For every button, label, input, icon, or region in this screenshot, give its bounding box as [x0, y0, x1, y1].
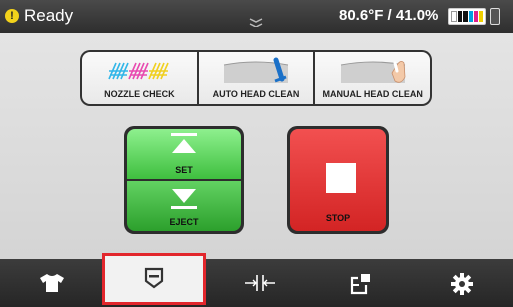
gear-icon [451, 273, 473, 295]
main-panel: NOZZLE CHECK AUTO HEAD CLEAN MANUAL HEAD… [0, 33, 513, 259]
adjust-icon [245, 275, 275, 291]
nav-item-settings[interactable] [412, 259, 512, 307]
nozzle-check-icon [108, 62, 170, 80]
platen-control: SET EJECT [124, 126, 244, 234]
platen-down-icon [171, 189, 197, 209]
ink-level-icon[interactable] [448, 8, 486, 25]
set-button[interactable]: SET [127, 129, 241, 179]
drag-handle-icon[interactable] [249, 17, 263, 27]
stop-label: STOP [325, 213, 351, 223]
transfer-icon [350, 274, 370, 295]
set-label: SET [175, 165, 193, 175]
maintenance-toolbar: NOZZLE CHECK AUTO HEAD CLEAN MANUAL HEAD… [80, 50, 432, 106]
eject-button[interactable]: EJECT [127, 181, 241, 231]
auto-head-clean-button[interactable]: AUTO HEAD CLEAN [198, 52, 314, 104]
stop-icon [326, 163, 356, 193]
nav-item-garment[interactable] [2, 259, 102, 307]
platen-up-icon [171, 133, 197, 153]
nav-item-transfer[interactable] [310, 259, 410, 307]
stop-button[interactable]: STOP [287, 126, 389, 234]
warning-icon[interactable]: ! [5, 9, 19, 23]
tshirt-icon [40, 274, 64, 292]
head-clean-wiper-icon [223, 57, 289, 83]
temperature-humidity: 80.6°F / 41.0% [339, 7, 439, 24]
status-bar: ! Ready 80.6°F / 41.0% [0, 0, 513, 33]
waste-bin-icon[interactable] [490, 8, 500, 25]
nozzle-check-label: NOZZLE CHECK [104, 89, 175, 99]
nav-item-adjust[interactable] [210, 259, 310, 307]
bottom-nav [0, 259, 513, 307]
auto-head-clean-label: AUTO HEAD CLEAN [212, 89, 300, 99]
manual-head-clean-label: MANUAL HEAD CLEAN [322, 89, 423, 99]
print-head-icon [144, 267, 164, 289]
nav-item-print-head[interactable] [102, 253, 206, 305]
manual-head-clean-button[interactable]: MANUAL HEAD CLEAN [315, 52, 431, 104]
eject-label: EJECT [169, 217, 199, 227]
stop-button-face: STOP [290, 129, 386, 231]
manual-clean-hand-icon [340, 61, 406, 83]
printer-status-text: Ready [24, 6, 74, 25]
nozzle-check-button[interactable]: NOZZLE CHECK [82, 52, 197, 104]
